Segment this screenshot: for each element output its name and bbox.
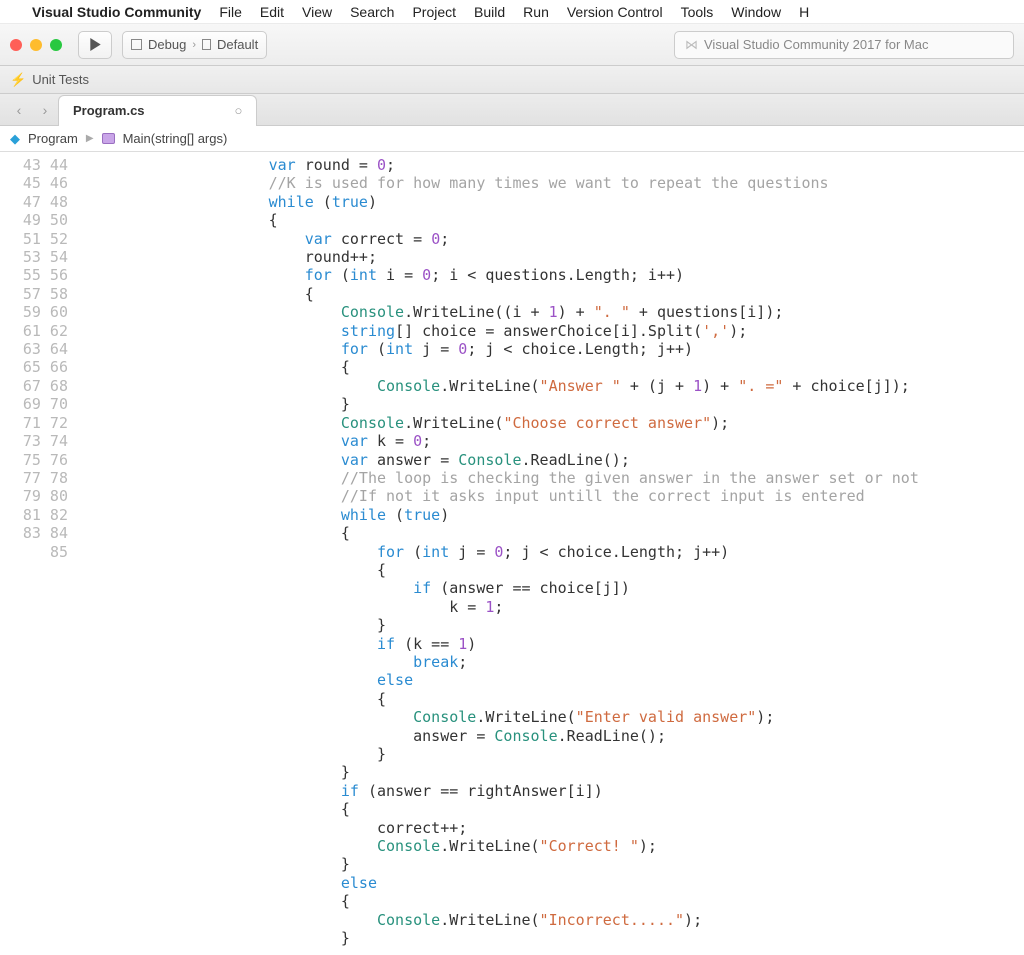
- search-box[interactable]: ⋈ Visual Studio Community 2017 for Mac: [674, 31, 1014, 59]
- vs-logo-icon: ⋈: [685, 37, 698, 53]
- toolbar: Debug › Default ⋈ Visual Studio Communit…: [0, 24, 1024, 66]
- chevron-right-icon: ›: [192, 39, 196, 51]
- tab-status-icon[interactable]: ○: [235, 103, 243, 118]
- unit-tests-bar[interactable]: ⚡ Unit Tests: [0, 66, 1024, 94]
- nav-back-button[interactable]: ‹: [6, 102, 32, 118]
- window-controls: [10, 39, 62, 51]
- code-content[interactable]: var round = 0; //K is used for how many …: [88, 152, 1024, 955]
- minimize-window-button[interactable]: [30, 39, 42, 51]
- tab-filename: Program.cs: [73, 103, 145, 118]
- menu-tools[interactable]: Tools: [681, 4, 714, 20]
- menu-file[interactable]: File: [219, 4, 242, 20]
- square-icon: [131, 39, 142, 50]
- run-configuration-selector[interactable]: Debug › Default: [122, 31, 267, 59]
- run-button[interactable]: [78, 31, 112, 59]
- config-label: Debug: [148, 37, 186, 52]
- menu-run[interactable]: Run: [523, 4, 549, 20]
- breadcrumb-method[interactable]: Main(string[] args): [123, 131, 228, 146]
- mac-menubar: Visual Studio Community File Edit View S…: [0, 0, 1024, 24]
- zoom-window-button[interactable]: [50, 39, 62, 51]
- menu-build[interactable]: Build: [474, 4, 505, 20]
- unit-tests-label: Unit Tests: [32, 72, 89, 87]
- tabstrip: ‹ › Program.cs ○: [0, 94, 1024, 126]
- appname[interactable]: Visual Studio Community: [32, 4, 201, 20]
- bolt-icon: ⚡: [10, 72, 26, 88]
- close-window-button[interactable]: [10, 39, 22, 51]
- play-icon: [89, 38, 102, 51]
- menu-project[interactable]: Project: [412, 4, 456, 20]
- menu-search[interactable]: Search: [350, 4, 394, 20]
- target-label: Default: [217, 37, 258, 52]
- menu-view[interactable]: View: [302, 4, 332, 20]
- code-editor[interactable]: 43 44 45 46 47 48 49 50 51 52 53 54 55 5…: [0, 152, 1024, 955]
- menu-version-control[interactable]: Version Control: [567, 4, 663, 20]
- line-number-gutter: 43 44 45 46 47 48 49 50 51 52 53 54 55 5…: [0, 152, 88, 955]
- menu-help-truncated[interactable]: H: [799, 4, 809, 20]
- nav-forward-button[interactable]: ›: [32, 102, 58, 118]
- menu-window[interactable]: Window: [731, 4, 781, 20]
- page-icon: [202, 39, 211, 50]
- search-placeholder: Visual Studio Community 2017 for Mac: [704, 37, 928, 52]
- menu-edit[interactable]: Edit: [260, 4, 284, 20]
- breadcrumb-class[interactable]: Program: [28, 131, 78, 146]
- breadcrumb: ◆ Program ▶ Main(string[] args): [0, 126, 1024, 152]
- breadcrumb-sep-icon: ▶: [86, 133, 94, 144]
- tab-program-cs[interactable]: Program.cs ○: [58, 95, 257, 126]
- class-icon: ◆: [10, 131, 20, 147]
- method-icon: [102, 133, 115, 144]
